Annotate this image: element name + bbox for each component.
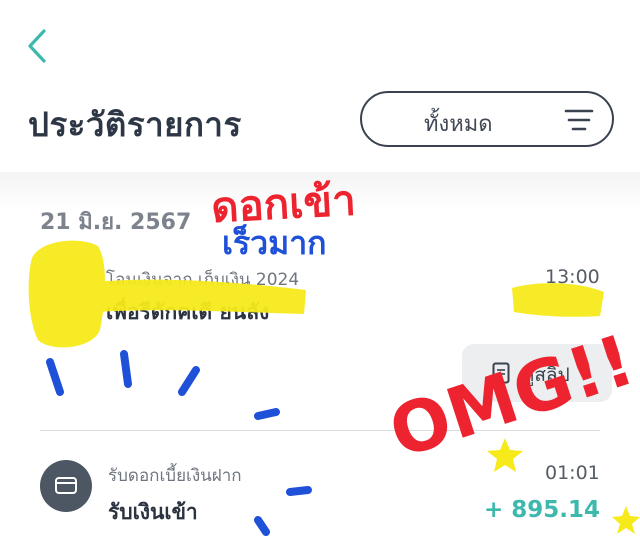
transaction-amount: + 895.14: [483, 497, 600, 523]
filter-label: ทั้งหมด: [424, 112, 493, 137]
menu-lines-icon: [564, 109, 594, 131]
card-icon: [40, 460, 92, 512]
app-header: ประวัติรายการ ทั้งหมด: [0, 0, 640, 172]
chevron-left-icon[interactable]: [24, 26, 54, 66]
list-divider: [40, 430, 600, 431]
transaction-title: รับเงินเข้า: [108, 500, 198, 524]
transaction-subtitle: รับดอกเบี้ยเงินฝาก: [108, 466, 242, 486]
date-header: 21 มิ.ย. 2567: [40, 210, 192, 235]
transaction-time: 13:00: [545, 266, 600, 288]
view-slip-label: ดูสลิป: [522, 364, 570, 386]
page-title: ประวัติรายการ: [28, 105, 242, 144]
transaction-title: เพื่อรีดักคเดี ยนลัง: [106, 300, 270, 324]
view-slip-button[interactable]: ดูสลิป: [462, 344, 612, 402]
filter-dropdown-button[interactable]: ทั้งหมด: [360, 91, 614, 147]
document-icon: [492, 362, 510, 384]
transaction-time: 01:01: [545, 462, 600, 484]
transaction-subtitle: โอนเงินจาก เก็บเงิน 2024: [106, 270, 300, 290]
